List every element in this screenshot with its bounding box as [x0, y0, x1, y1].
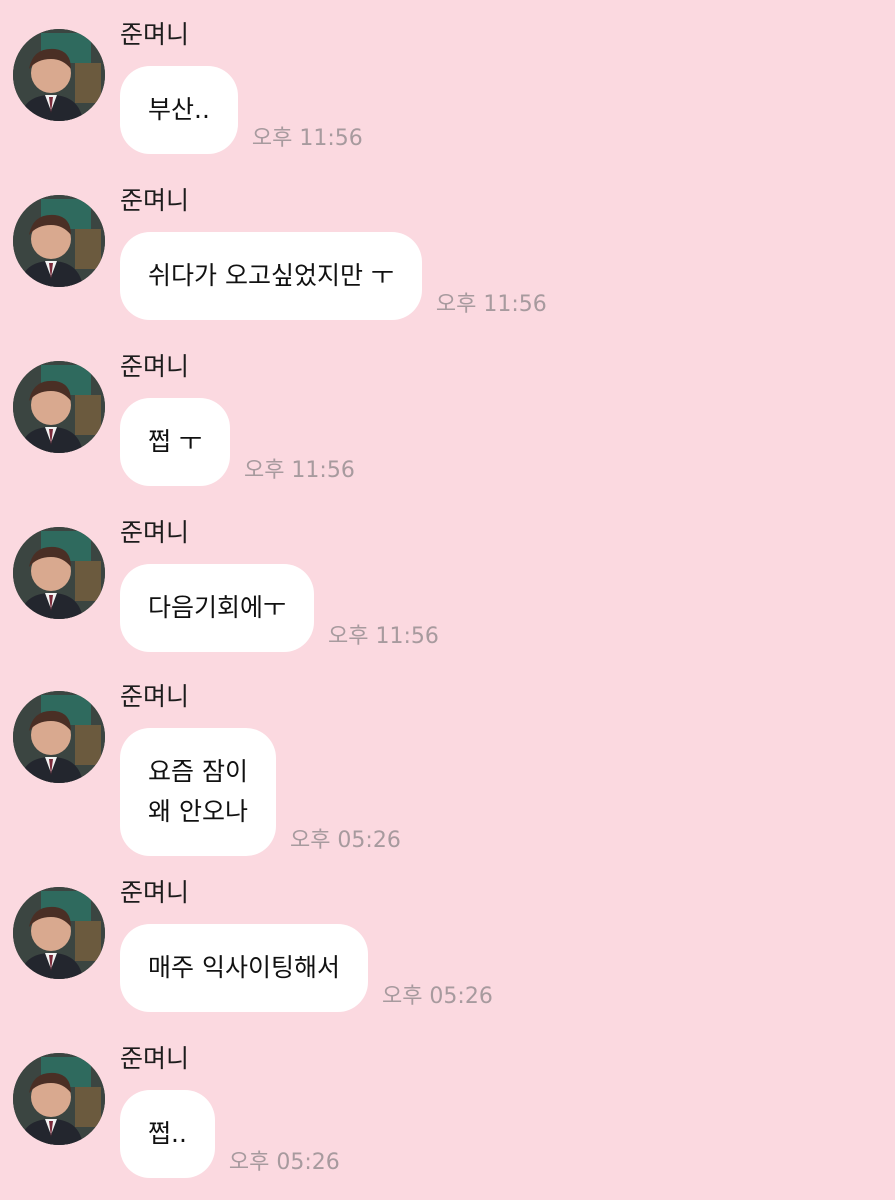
profile-photo-icon	[13, 887, 105, 979]
avatar[interactable]	[13, 887, 105, 979]
avatar[interactable]	[13, 29, 105, 121]
message-timestamp: 오후 11:56	[243, 458, 355, 483]
message-bubble[interactable]: 부산..	[120, 66, 238, 154]
avatar[interactable]	[13, 1053, 105, 1145]
sender-name: 준며니	[120, 682, 190, 711]
profile-photo-icon	[13, 361, 105, 453]
message-bubble[interactable]: 요즘 잠이 왜 안오나	[120, 728, 276, 856]
avatar[interactable]	[13, 527, 105, 619]
message-timestamp: 오후 05:26	[289, 828, 401, 853]
message-row: 쩝.. 오후 05:26	[120, 1090, 340, 1178]
sender-name: 준며니	[120, 1044, 190, 1073]
profile-photo-icon	[13, 1053, 105, 1145]
profile-photo-icon	[13, 691, 105, 783]
message-bubble[interactable]: 쩝..	[120, 1090, 215, 1178]
message-bubble[interactable]: 매주 익사이팅해서	[120, 924, 368, 1012]
avatar[interactable]	[13, 195, 105, 287]
profile-photo-icon	[13, 195, 105, 287]
sender-name: 준며니	[120, 352, 190, 381]
sender-name: 준며니	[120, 20, 190, 49]
message-timestamp: 오후 11:56	[251, 126, 363, 151]
chat-log: 준며니 부산.. 오후 11:56 준며니 쉬다가 오고싶었지만 ㅜ 오후 11…	[0, 0, 895, 1200]
avatar[interactable]	[13, 361, 105, 453]
profile-photo-icon	[13, 29, 105, 121]
avatar[interactable]	[13, 691, 105, 783]
message-row: 쉬다가 오고싶었지만 ㅜ 오후 11:56	[120, 232, 547, 320]
message-bubble[interactable]: 쩝 ㅜ	[120, 398, 230, 486]
message-row: 쩝 ㅜ 오후 11:56	[120, 398, 355, 486]
sender-name: 준며니	[120, 186, 190, 215]
sender-name: 준며니	[120, 878, 190, 907]
sender-name: 준며니	[120, 518, 190, 547]
profile-photo-icon	[13, 527, 105, 619]
message-timestamp: 오후 11:56	[435, 292, 547, 317]
message-row: 다음기회에ㅜ 오후 11:56	[120, 564, 439, 652]
message-row: 부산.. 오후 11:56	[120, 66, 363, 154]
message-timestamp: 오후 05:26	[381, 984, 493, 1009]
message-timestamp: 오후 05:26	[228, 1150, 340, 1175]
message-bubble[interactable]: 다음기회에ㅜ	[120, 564, 315, 652]
message-row: 요즘 잠이 왜 안오나 오후 05:26	[120, 728, 401, 856]
message-row: 매주 익사이팅해서 오후 05:26	[120, 924, 493, 1012]
message-timestamp: 오후 11:56	[328, 624, 439, 649]
message-bubble[interactable]: 쉬다가 오고싶었지만 ㅜ	[120, 232, 422, 320]
